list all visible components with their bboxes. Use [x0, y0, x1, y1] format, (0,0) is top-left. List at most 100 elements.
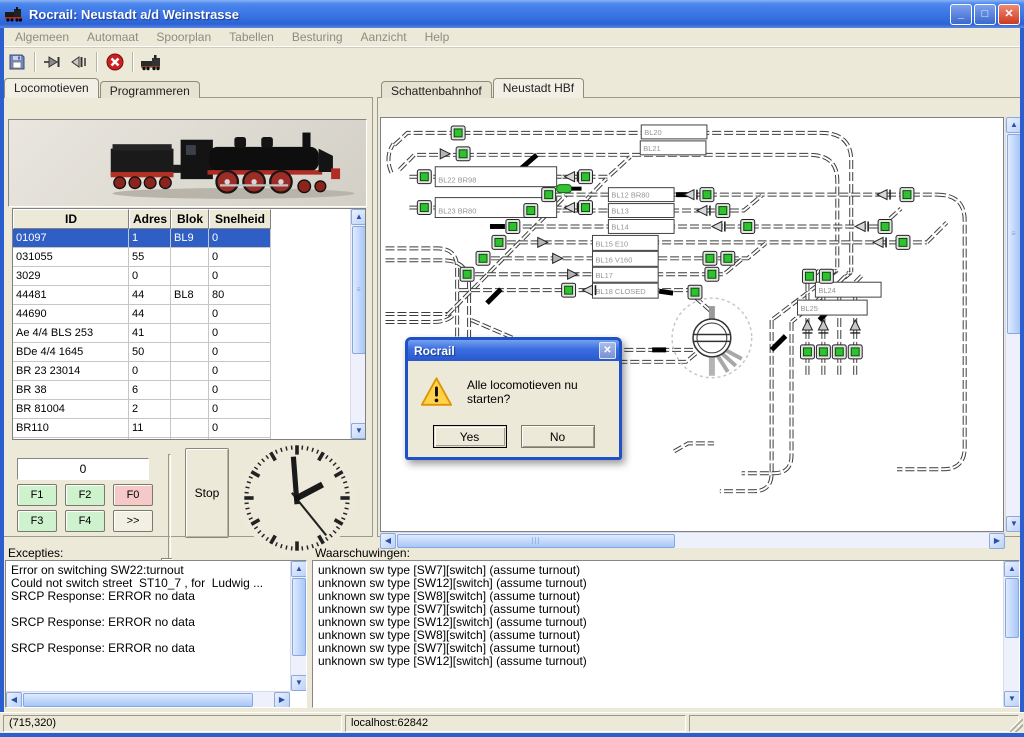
table-row[interactable]: 010971BL90 — [13, 229, 365, 248]
resize-grip[interactable] — [1010, 719, 1023, 732]
scroll-right-icon[interactable]: ▶ — [989, 533, 1005, 549]
maximize-button[interactable]: □ — [974, 4, 996, 25]
sensor-icon[interactable] — [816, 345, 830, 359]
minimize-button[interactable]: _ — [950, 4, 972, 25]
yes-button[interactable]: Yes — [433, 425, 507, 448]
function-button-more[interactable]: >> — [113, 510, 153, 532]
sensor-icon[interactable] — [579, 201, 593, 215]
sensor-icon[interactable] — [456, 147, 470, 161]
table-scrollbar[interactable]: ▲ ≡ ▼ — [350, 209, 366, 439]
sensor-icon[interactable] — [802, 269, 816, 283]
block-label[interactable]: BL15 E10 — [592, 235, 658, 250]
waarschuwingen-vscrollbar[interactable]: ▲ ▼ — [1003, 561, 1019, 707]
power-off-button[interactable] — [103, 51, 127, 73]
scrollbar-thumb[interactable] — [23, 693, 253, 707]
speed-slider[interactable] — [161, 454, 177, 576]
locomotive-button[interactable] — [139, 51, 163, 73]
scrollbar-thumb[interactable] — [1005, 578, 1019, 638]
excepties-vscrollbar[interactable]: ▲ ▼ — [290, 561, 306, 691]
sensor-icon[interactable] — [741, 220, 755, 234]
signal-icon[interactable] — [712, 221, 725, 231]
plan-hscrollbar[interactable]: ◀ ||| ▶ — [380, 532, 1005, 548]
sensor-icon[interactable] — [542, 188, 556, 202]
column-header-id[interactable]: ID — [13, 209, 129, 229]
signal-icon[interactable] — [855, 221, 868, 231]
tab-neustadt-hbf[interactable]: Neustadt HBf — [493, 78, 584, 98]
dialog-title-bar[interactable]: Rocrail ✕ — [408, 340, 619, 361]
signal-icon[interactable] — [440, 149, 450, 159]
signal-icon[interactable] — [538, 237, 548, 247]
sensor-icon[interactable] — [451, 126, 465, 140]
excepties-box[interactable]: Error on switching SW22:turnoutCould not… — [5, 560, 307, 708]
sensor-icon[interactable] — [878, 220, 892, 234]
scroll-right-icon[interactable]: ▶ — [274, 692, 290, 708]
table-row[interactable]: BR 23 2301400 — [13, 362, 365, 381]
tab-schattenbahnhof[interactable]: Schattenbahnhof — [381, 81, 492, 98]
scroll-up-icon[interactable]: ▲ — [351, 209, 366, 225]
sensor-icon[interactable] — [896, 235, 910, 249]
sensor-icon[interactable] — [832, 345, 846, 359]
menu-item-aanzicht[interactable]: Aanzicht — [352, 29, 416, 45]
table-row[interactable]: 031055550 — [13, 248, 365, 267]
sensor-icon[interactable] — [524, 204, 538, 218]
sensor-icon[interactable] — [492, 235, 506, 249]
close-button[interactable]: ✕ — [998, 4, 1020, 25]
signal-icon[interactable] — [568, 269, 578, 279]
sensor-icon[interactable] — [688, 285, 702, 299]
menu-item-besturing[interactable]: Besturing — [283, 29, 352, 45]
sensor-icon[interactable] — [460, 267, 474, 281]
block-label[interactable]: BL12 BR80 — [608, 188, 674, 202]
scrollbar-thumb[interactable]: ≡ — [1007, 134, 1021, 334]
scrollbar-thumb[interactable]: ≡ — [352, 226, 366, 354]
sensor-icon[interactable] — [800, 345, 814, 359]
sensor-icon[interactable] — [703, 251, 717, 265]
block-label[interactable]: BL16 V160 — [592, 251, 658, 266]
menu-item-tabellen[interactable]: Tabellen — [220, 29, 283, 45]
plan-vscrollbar[interactable]: ▲ ≡ ▼ — [1005, 117, 1021, 532]
block-label[interactable]: BL13 — [608, 204, 674, 218]
sensor-icon[interactable] — [506, 220, 520, 234]
scroll-down-icon[interactable]: ▼ — [291, 675, 307, 691]
function-button-f3[interactable]: F3 — [17, 510, 57, 532]
dialog-close-icon[interactable]: ✕ — [599, 342, 616, 359]
sensor-icon[interactable] — [417, 170, 431, 184]
function-button-f4[interactable]: F4 — [65, 510, 105, 532]
column-header-adres[interactable]: Adres — [129, 209, 171, 229]
tab-programmeren[interactable]: Programmeren — [100, 81, 200, 98]
sensor-icon[interactable] — [819, 269, 833, 283]
sensor-icon[interactable] — [417, 201, 431, 215]
menu-item-algemeen[interactable]: Algemeen — [6, 29, 78, 45]
scroll-up-icon[interactable]: ▲ — [291, 561, 307, 577]
menu-item-automaat[interactable]: Automaat — [78, 29, 147, 45]
track-plan[interactable]: BL20BL21BL22 BR98BL23 BR80BL12 BR80BL13B… — [380, 117, 1004, 532]
block-label[interactable]: BL25 — [797, 300, 867, 315]
function-button-f0[interactable]: F0 — [113, 484, 153, 506]
sensor-icon[interactable] — [562, 283, 576, 297]
menu-item-help[interactable]: Help — [416, 29, 459, 45]
function-button-f1[interactable]: F1 — [17, 484, 57, 506]
waarschuwingen-box[interactable]: unknown sw type [SW7][switch] (assume tu… — [312, 560, 1020, 708]
scroll-up-icon[interactable]: ▲ — [1004, 561, 1020, 577]
function-button-f2[interactable]: F2 — [65, 484, 105, 506]
block-label[interactable]: BL24 — [815, 282, 881, 297]
table-row[interactable]: BR 8100420 — [13, 400, 365, 419]
scrollbar-thumb[interactable] — [292, 578, 306, 656]
signal-icon[interactable] — [553, 253, 563, 263]
table-row[interactable]: BR 3860 — [13, 381, 365, 400]
scroll-down-icon[interactable]: ▼ — [1004, 691, 1020, 707]
table-row[interactable]: 44690440 — [13, 305, 365, 324]
sensor-icon[interactable] — [716, 204, 730, 218]
column-header-snelheid[interactable]: Snelheid — [209, 209, 271, 229]
table-row[interactable]: BDe 4/4 1645500 — [13, 343, 365, 362]
sensor-icon[interactable] — [705, 267, 719, 281]
tab-locomotieven[interactable]: Locomotieven — [4, 78, 99, 98]
signal-icon[interactable] — [684, 190, 697, 200]
sensor-icon[interactable] — [476, 251, 490, 265]
save-button[interactable] — [5, 51, 29, 73]
block-label[interactable]: BL14 — [608, 220, 674, 234]
no-button[interactable]: No — [521, 425, 595, 448]
block-label[interactable]: BL23 BR80 — [435, 198, 556, 218]
block-label[interactable]: BL21 — [640, 141, 706, 155]
block-label[interactable]: BL18 CLOSED — [592, 283, 658, 298]
sensor-icon[interactable] — [579, 170, 593, 184]
